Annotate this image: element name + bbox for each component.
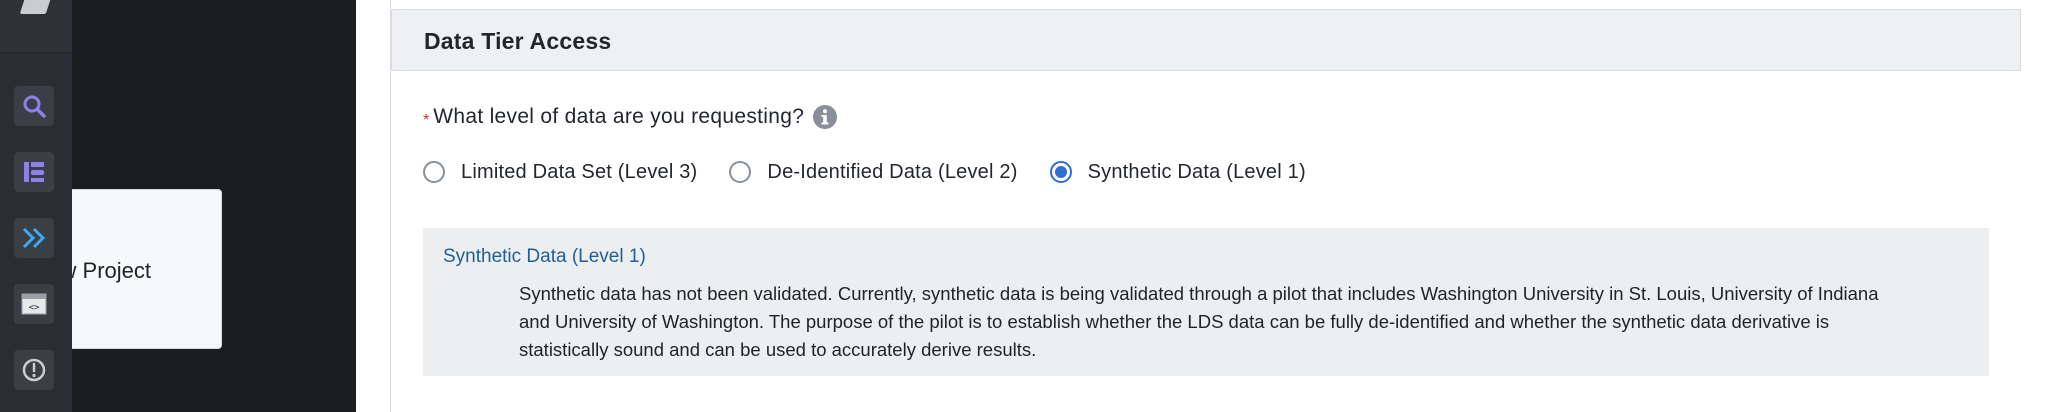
- expand-sidebar-button[interactable]: [14, 218, 54, 258]
- radio-label: Limited Data Set (Level 3): [461, 160, 698, 183]
- required-marker: *: [423, 112, 430, 129]
- code-window-button[interactable]: <>: [14, 284, 54, 324]
- radio-selected-dot: [1054, 166, 1067, 178]
- code-window-icon: <>: [21, 293, 47, 315]
- data-level-radio-group: Limited Data Set (Level 3) De-Identified…: [423, 155, 1338, 189]
- search-icon: [23, 95, 46, 118]
- level-description-box: Synthetic Data (Level 1) Synthetic data …: [423, 228, 1989, 376]
- search-button[interactable]: [14, 86, 54, 126]
- tooltip-card: New Project: [72, 189, 222, 349]
- cohort-builder-icon: [24, 162, 44, 182]
- panel-divider: [356, 0, 391, 412]
- rail-top-button[interactable]: [0, 0, 72, 53]
- tooltip-text: New Project: [72, 258, 151, 283]
- description-body: Synthetic data has not been validated. C…: [519, 283, 1879, 360]
- cohort-builder-button[interactable]: [14, 152, 54, 192]
- radio-button[interactable]: [729, 161, 752, 183]
- section-header: Data Tier Access: [391, 9, 2021, 71]
- radio-synthetic-data[interactable]: Synthetic Data (Level 1): [1049, 160, 1306, 184]
- alerts-button[interactable]: [14, 350, 54, 390]
- radio-button-selected[interactable]: [1049, 161, 1072, 183]
- folder-icon: [19, 0, 51, 14]
- question-label: What level of data are you requesting?: [433, 105, 805, 128]
- alert-circle-icon: [22, 358, 46, 382]
- radio-de-identified-data[interactable]: De-Identified Data (Level 2): [729, 161, 1017, 184]
- app-window: <> New Project Data Tier Access * What l…: [0, 0, 2048, 412]
- radio-label: De-Identified Data (Level 2): [767, 160, 1018, 183]
- radio-label: Synthetic Data (Level 1): [1087, 160, 1306, 183]
- description-title: Synthetic Data (Level 1): [443, 246, 646, 267]
- icon-rail: <>: [0, 0, 72, 412]
- radio-limited-data-set[interactable]: Limited Data Set (Level 3): [423, 161, 697, 184]
- radio-button[interactable]: [423, 161, 445, 183]
- info-icon[interactable]: [812, 104, 838, 130]
- expand-chevrons-icon: [22, 227, 46, 249]
- question-row: * What level of data are you requesting?: [423, 100, 838, 134]
- main-content: Data Tier Access * What level of data ar…: [390, 0, 2048, 412]
- svg-text:<>: <>: [29, 303, 40, 313]
- section-title: Data Tier Access: [424, 28, 612, 54]
